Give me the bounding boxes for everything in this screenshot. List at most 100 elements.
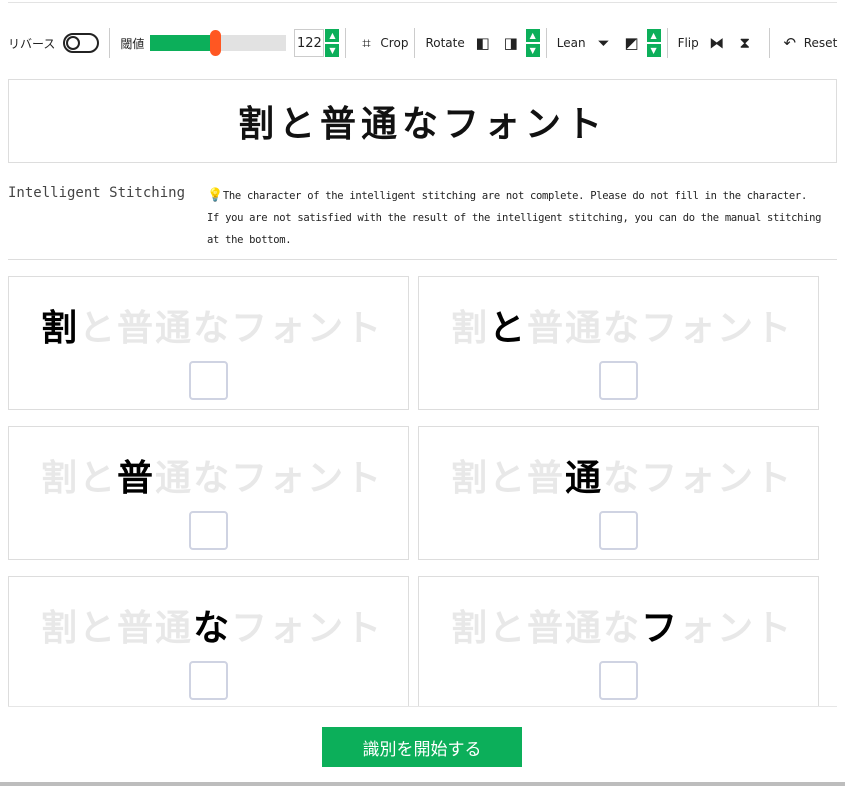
- faded-char: ォ: [269, 458, 308, 499]
- start-recognition-button[interactable]: 識別を開始する: [322, 727, 522, 767]
- threshold-label: 閾値: [120, 36, 145, 51]
- separator: [414, 28, 416, 58]
- reset-button[interactable]: Reset: [804, 36, 838, 50]
- faded-char: 割: [41, 608, 80, 649]
- separator: [666, 28, 668, 58]
- select-checkbox[interactable]: [599, 361, 638, 400]
- faded-char: 割: [41, 458, 80, 499]
- faded-char: フ: [231, 458, 270, 499]
- faded-char: フ: [641, 458, 680, 499]
- lean-label: Lean: [556, 36, 586, 50]
- preview-text: 割と普通なフォント: [8, 79, 837, 163]
- faded-char: 割: [451, 308, 490, 349]
- horizontal-scrollbar[interactable]: [0, 782, 845, 786]
- faded-char: な: [603, 458, 642, 499]
- stitch-phrase: 割と普通なフォント: [41, 299, 383, 351]
- select-checkbox[interactable]: [599, 661, 638, 700]
- flip-vertical-icon[interactable]: ⧗: [735, 33, 755, 53]
- faded-char: ン: [717, 458, 756, 499]
- faded-char: フ: [231, 308, 270, 349]
- separator: [345, 28, 347, 58]
- highlighted-char: な: [193, 608, 232, 649]
- faded-char: ン: [717, 608, 756, 649]
- faded-char: と: [79, 608, 118, 649]
- stitch-card: 割と普通なフォント: [418, 576, 819, 706]
- rotate-stepper: ▲ ▼: [525, 29, 540, 57]
- lightbulb-icon: 💡: [207, 188, 223, 203]
- faded-char: な: [193, 308, 232, 349]
- reset-icon[interactable]: ↶: [780, 33, 800, 53]
- decrement-icon[interactable]: ▼: [646, 44, 661, 57]
- threshold-slider[interactable]: [150, 30, 287, 56]
- highlighted-char: フ: [641, 608, 680, 649]
- faded-char: 通: [155, 308, 194, 349]
- highlighted-char: と: [489, 308, 528, 349]
- faded-char: と: [489, 458, 528, 499]
- flip-label: Flip: [677, 36, 699, 50]
- faded-char: と: [79, 308, 118, 349]
- rotate-right-icon[interactable]: ◨: [501, 33, 521, 53]
- faded-char: 普: [527, 458, 566, 499]
- select-checkbox[interactable]: [189, 361, 228, 400]
- divider: [8, 706, 837, 707]
- faded-char: 通: [565, 608, 604, 649]
- slider-fill: [150, 35, 216, 51]
- lean-stepper: ▲ ▼: [646, 29, 661, 57]
- faded-char: ォ: [679, 458, 718, 499]
- toolbar: リバース 閾値 122 ▲ ▼ ⌗ Crop Rotate ◧ ◨ ▲ ▼ Le…: [0, 28, 837, 58]
- faded-char: ト: [755, 308, 794, 349]
- decrement-icon[interactable]: ▼: [525, 44, 540, 57]
- increment-icon[interactable]: ▲: [646, 29, 661, 42]
- stitch-phrase: 割と普通なフォント: [41, 449, 383, 501]
- faded-char: ト: [755, 608, 794, 649]
- faded-char: ォ: [679, 308, 718, 349]
- faded-char: ォ: [269, 308, 308, 349]
- faded-char: 割: [451, 458, 490, 499]
- stitch-phrase: 割と普通なフォント: [451, 449, 793, 501]
- faded-char: フ: [231, 608, 270, 649]
- reverse-label: リバース: [8, 36, 56, 51]
- threshold-stepper: ▲ ▼: [325, 29, 340, 57]
- faded-char: ォ: [679, 608, 718, 649]
- separator: [545, 28, 547, 58]
- divider: [8, 259, 837, 260]
- faded-char: 通: [155, 608, 194, 649]
- select-checkbox[interactable]: [599, 511, 638, 550]
- faded-char: 通: [565, 308, 604, 349]
- faded-char: な: [193, 458, 232, 499]
- slider-thumb[interactable]: [210, 30, 222, 56]
- reverse-toggle[interactable]: [63, 33, 100, 53]
- faded-char: 普: [527, 608, 566, 649]
- stitch-phrase: 割と普通なフォント: [451, 299, 793, 351]
- threshold-input[interactable]: 122: [294, 29, 325, 57]
- stitch-card: 割と普通なフォント: [418, 276, 819, 410]
- faded-char: ン: [717, 308, 756, 349]
- faded-char: と: [489, 608, 528, 649]
- lean-right-icon[interactable]: ◩: [622, 33, 642, 53]
- faded-char: と: [79, 458, 118, 499]
- crop-button[interactable]: Crop: [380, 36, 408, 50]
- increment-icon[interactable]: ▲: [325, 29, 340, 42]
- faded-char: 普: [117, 608, 156, 649]
- select-checkbox[interactable]: [189, 661, 228, 700]
- flip-horizontal-icon[interactable]: ⧓: [707, 33, 727, 53]
- select-checkbox[interactable]: [189, 511, 228, 550]
- faded-char: 普: [117, 308, 156, 349]
- stitch-card: 割と普通なフォント: [8, 276, 409, 410]
- faded-char: な: [603, 608, 642, 649]
- faded-char: ト: [345, 458, 384, 499]
- faded-char: 割: [451, 608, 490, 649]
- decrement-icon[interactable]: ▼: [325, 44, 340, 57]
- crop-icon[interactable]: ⌗: [356, 33, 376, 53]
- stitch-card: 割と普通なフォント: [8, 426, 409, 560]
- faded-char: ン: [307, 308, 346, 349]
- faded-char: 普: [527, 308, 566, 349]
- stitch-phrase: 割と普通なフォント: [451, 599, 793, 651]
- top-divider: [8, 2, 837, 3]
- increment-icon[interactable]: ▲: [525, 29, 540, 42]
- lean-left-icon[interactable]: ⏷: [594, 33, 614, 53]
- highlighted-char: 普: [117, 458, 156, 499]
- faded-char: な: [603, 308, 642, 349]
- rotate-left-icon[interactable]: ◧: [473, 33, 493, 53]
- highlighted-char: 通: [565, 458, 604, 499]
